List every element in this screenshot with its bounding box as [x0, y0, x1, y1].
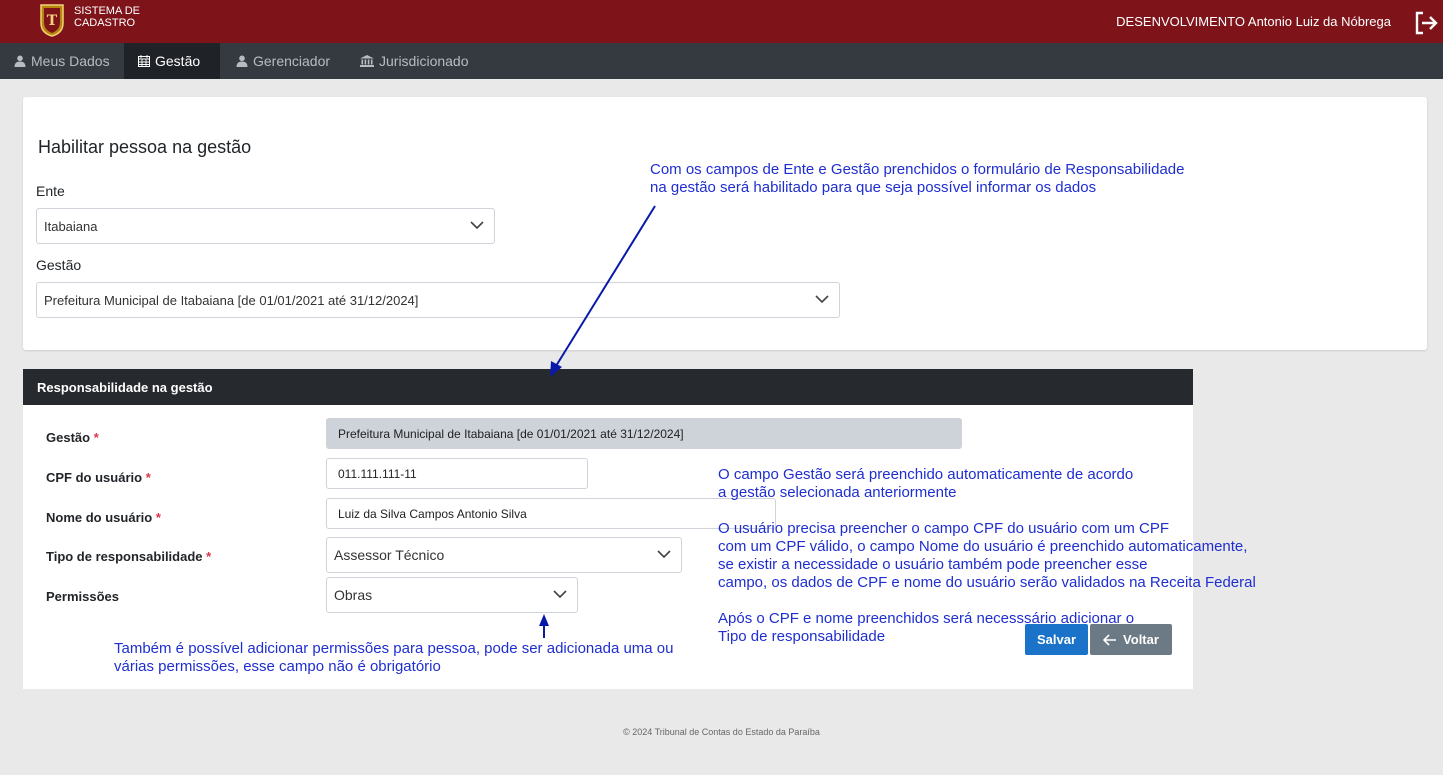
responsabilidade-header: Responsabilidade na gestão — [23, 369, 1193, 405]
nav-jurisdicionado[interactable]: Jurisdicionado — [346, 43, 483, 79]
annotation-note-2: O campo Gestão será preenchido automatic… — [718, 466, 1134, 501]
institution-icon — [360, 55, 374, 67]
ente-label: Ente — [36, 183, 65, 199]
nome-input[interactable]: Luiz da Silva Campos Antonio Silva — [326, 498, 776, 529]
tipo-select[interactable]: Assessor Técnico — [326, 537, 682, 573]
system-name: SISTEMA DE CADASTRO — [74, 5, 141, 29]
chevron-down-icon — [815, 295, 829, 304]
required-mark: * — [145, 470, 151, 485]
user-icon — [236, 55, 248, 67]
nav-gestao[interactable]: Gestão — [124, 43, 220, 79]
gestao-select[interactable]: Prefeitura Municipal de Itabaiana [de 01… — [36, 282, 840, 318]
resp-gestao-label: Gestão * — [46, 430, 99, 445]
habilitar-pessoa-card: Habilitar pessoa na gestão Ente Itabaian… — [23, 97, 1427, 350]
page-title: Habilitar pessoa na gestão — [38, 137, 252, 157]
ente-select[interactable]: Itabaiana — [36, 208, 495, 244]
nav-gerenciador[interactable]: Gerenciador — [222, 43, 344, 79]
svg-text:T: T — [47, 13, 58, 29]
cpf-label: CPF do usuário * — [46, 470, 151, 485]
chevron-down-icon — [553, 590, 567, 599]
nav-meus-dados[interactable]: Meus Dados — [0, 43, 124, 79]
gestao-label: Gestão — [36, 257, 82, 273]
logo-icon: T — [40, 4, 64, 37]
chevron-down-icon — [470, 221, 484, 230]
required-mark: * — [206, 549, 212, 564]
required-mark: * — [155, 510, 161, 525]
main-nav: Meus Dados Gestão Gerenciador Jurisdicio… — [0, 43, 1443, 79]
user-name: DESENVOLVIMENTO Antonio Luiz da Nóbrega — [1116, 14, 1391, 29]
permissoes-select[interactable]: Obras — [326, 577, 578, 613]
required-mark: * — [93, 430, 99, 445]
annotation-note-5: Também é possível adicionar permissões p… — [114, 640, 674, 675]
chevron-down-icon — [657, 550, 671, 559]
top-bar: T SISTEMA DE CADASTRO DESENVOLVIMENTO An… — [0, 0, 1443, 43]
footer: © 2024 Tribunal de Contas do Estado da P… — [623, 727, 820, 737]
calendar-icon — [138, 55, 150, 67]
user-icon — [14, 55, 26, 67]
cpf-input[interactable]: 011.111.111-11 — [326, 458, 588, 489]
annotation-note-3: O usuário precisa preencher o campo CPF … — [718, 520, 1256, 591]
annotation-note-1: Com os campos de Ente e Gestão prenchido… — [650, 161, 1185, 196]
tipo-label: Tipo de responsabilidade * — [46, 549, 212, 564]
resp-gestao-field: Prefeitura Municipal de Itabaiana [de 01… — [326, 418, 962, 449]
logout-icon[interactable] — [1413, 10, 1439, 36]
nome-label: Nome do usuário * — [46, 510, 161, 525]
permissoes-label: Permissões — [46, 589, 119, 604]
annotation-note-4: Após o CPF e nome preenchidos será neces… — [718, 610, 1135, 645]
